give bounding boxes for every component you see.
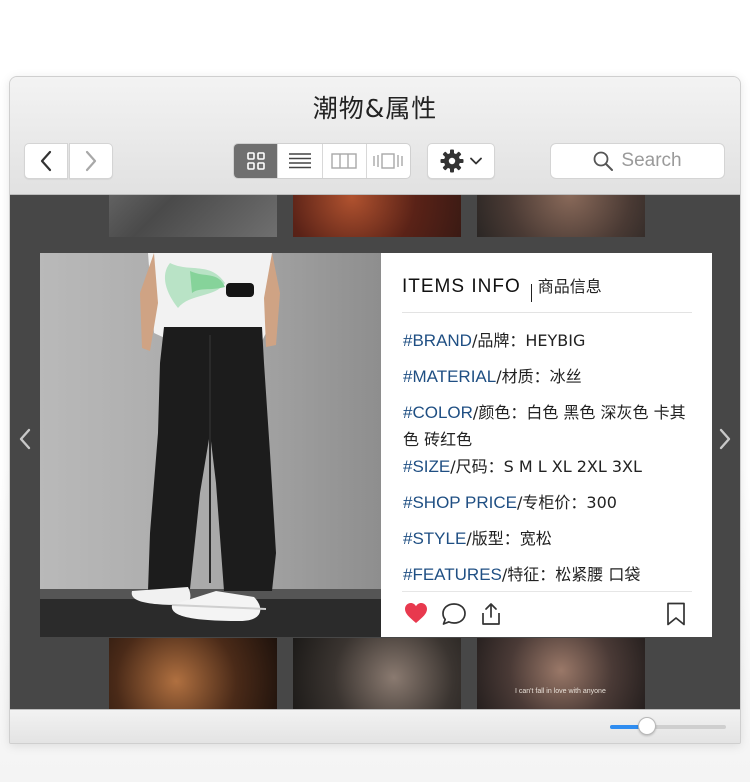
settings-menu-button[interactable] xyxy=(427,143,495,179)
column-view-icon xyxy=(331,153,357,169)
window-title: 潮物&属性 xyxy=(312,94,438,123)
previous-item-arrow[interactable] xyxy=(18,427,32,451)
status-bar xyxy=(10,709,740,743)
gallery-thumbnail[interactable] xyxy=(293,638,461,709)
item-info-card: ITEMS INFO 商品信息 #BRAND/品牌：HEYBIG #MATERI… xyxy=(381,253,712,637)
list-view-icon xyxy=(288,153,311,169)
attribute-tag[interactable]: #STYLE xyxy=(403,529,466,548)
attribute-value: /尺码：S M L XL 2XL 3XL xyxy=(450,457,642,476)
search-icon xyxy=(593,151,614,171)
chevron-down-icon xyxy=(470,157,482,165)
gallery-area: I can't fall in love with anyone ITEMS I… xyxy=(10,195,740,709)
attribute-tag[interactable]: #SHOP PRICE xyxy=(403,493,517,512)
attribute-size: #SIZE/尺码：S M L XL 2XL 3XL xyxy=(403,453,693,480)
gallery-thumbnail[interactable]: I can't fall in love with anyone xyxy=(477,638,645,709)
list-view-button[interactable] xyxy=(278,144,323,178)
model-illustration xyxy=(40,253,381,637)
attribute-shop-price: #SHOP PRICE/专柜价：300 xyxy=(403,489,693,516)
grid-view-icon xyxy=(246,152,265,170)
zoom-slider[interactable] xyxy=(610,717,726,735)
zoom-slider-knob[interactable] xyxy=(638,717,657,735)
attribute-value: /版型：宽松 xyxy=(466,529,552,548)
search-placeholder: Search xyxy=(621,150,682,171)
view-mode-switcher xyxy=(233,143,411,179)
thumbnail-caption: I can't fall in love with anyone xyxy=(515,688,606,695)
attribute-value: /材质：冰丝 xyxy=(496,367,582,386)
attribute-tag[interactable]: #SIZE xyxy=(403,457,450,476)
attribute-color: #COLOR/颜色：白色 黑色 深灰色 卡其色 砖红色 xyxy=(403,399,693,453)
forward-button[interactable] xyxy=(69,143,113,179)
gallery-thumbnail[interactable] xyxy=(293,195,461,237)
back-button[interactable] xyxy=(24,143,68,179)
card-action-bar xyxy=(402,591,692,637)
attribute-value: /品牌：HEYBIG xyxy=(471,331,586,350)
heart-icon[interactable] xyxy=(404,602,428,624)
attribute-tag[interactable]: #MATERIAL xyxy=(403,367,496,386)
title-bar: 潮物&属性 Search xyxy=(10,77,740,195)
attribute-style: #STYLE/版型：宽松 xyxy=(403,525,693,552)
product-photo xyxy=(40,253,381,637)
attribute-tag[interactable]: #COLOR xyxy=(403,403,473,422)
attribute-material: #MATERIAL/材质：冰丝 xyxy=(403,363,693,390)
search-field[interactable]: Search xyxy=(550,143,725,179)
attribute-value: /专柜价：300 xyxy=(517,493,617,512)
attribute-tag[interactable]: #FEATURES xyxy=(403,565,502,584)
chevron-right-icon xyxy=(85,150,97,172)
gallery-thumbnail[interactable] xyxy=(109,195,277,237)
card-header: ITEMS INFO 商品信息 xyxy=(402,273,692,313)
comment-icon[interactable] xyxy=(441,602,467,626)
attribute-features: #FEATURES/特征：松紧腰 口袋 xyxy=(403,561,693,588)
share-icon[interactable] xyxy=(479,602,503,626)
attribute-brand: #BRAND/品牌：HEYBIG xyxy=(403,327,693,354)
gallery-thumbnail[interactable] xyxy=(477,195,645,237)
gear-icon xyxy=(440,149,464,173)
card-title-cn: 商品信息 xyxy=(537,277,602,296)
grid-view-button[interactable] xyxy=(234,144,279,178)
chevron-left-icon xyxy=(40,150,52,172)
next-item-arrow[interactable] xyxy=(718,427,732,451)
gallery-thumbnail[interactable] xyxy=(109,638,277,709)
column-view-button[interactable] xyxy=(323,144,367,178)
cover-flow-icon xyxy=(373,153,404,169)
card-title-en: ITEMS INFO xyxy=(402,276,521,297)
cover-flow-button[interactable] xyxy=(367,144,410,178)
header-divider xyxy=(530,283,532,302)
app-window: 潮物&属性 Search I can't fall in love with a… xyxy=(9,76,741,744)
attribute-value: /特征：松紧腰 口袋 xyxy=(501,565,641,584)
bookmark-icon[interactable] xyxy=(666,602,686,626)
attribute-tag[interactable]: #BRAND xyxy=(403,331,472,350)
